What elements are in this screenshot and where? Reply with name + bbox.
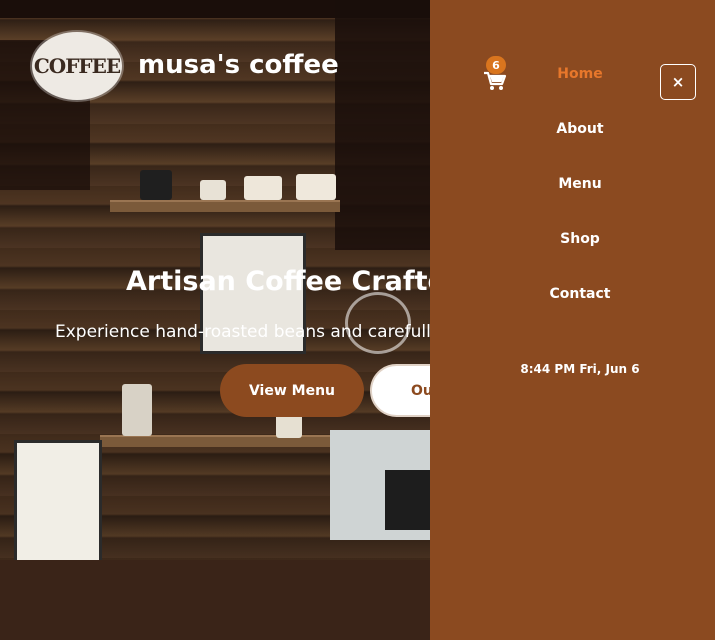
counter: [0, 560, 430, 640]
logo[interactable]: COFFEE: [32, 32, 122, 100]
hero-subtitle: Experience hand-roasted beans and carefu…: [55, 322, 458, 342]
nav-home[interactable]: Home: [530, 66, 630, 82]
view-menu-button[interactable]: View Menu: [220, 364, 364, 417]
shelf-top: [110, 200, 340, 212]
nav-about[interactable]: About: [530, 121, 630, 137]
basket-large: [296, 174, 336, 200]
clipboard-menu: [14, 440, 102, 564]
grinder: [385, 470, 430, 530]
hero-title: Artisan Coffee Crafted: [126, 266, 466, 297]
close-button[interactable]: ×: [660, 64, 696, 100]
brand-name[interactable]: musa's coffee: [138, 50, 339, 80]
nav-contact[interactable]: Contact: [530, 286, 630, 302]
shelf-bottom: [100, 435, 340, 447]
plant-pot: [140, 170, 172, 200]
logo-text: COFFEE: [33, 54, 121, 78]
basket-medium: [244, 176, 282, 200]
cart-count-badge: 6: [486, 56, 506, 74]
window-dark: [335, 0, 430, 250]
nav-shop[interactable]: Shop: [530, 231, 630, 247]
datetime-display: 8:44 PM Fri, Jun 6: [520, 362, 640, 376]
nav-menu[interactable]: Menu: [530, 176, 630, 192]
basket-small: [200, 180, 226, 200]
vase: [122, 384, 152, 436]
close-icon: ×: [671, 73, 685, 91]
